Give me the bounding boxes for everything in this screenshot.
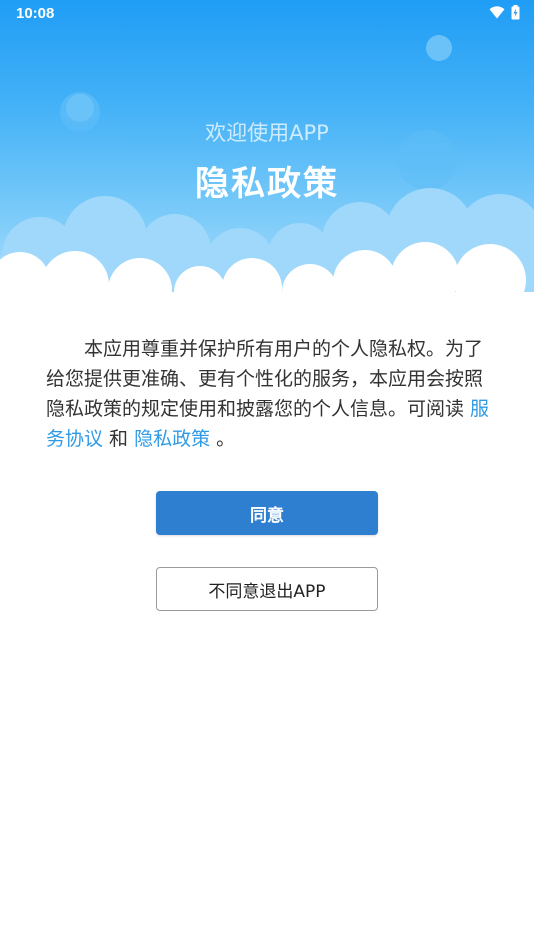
header-banner [0,0,534,310]
clouds-illustration [0,35,534,310]
status-bar: 10:08 [0,0,534,28]
welcome-text: 欢迎使用APP [205,121,329,145]
wifi-icon [489,6,505,19]
status-icons [489,5,520,20]
battery-charging-icon [511,5,520,20]
disagree-exit-button[interactable]: 不同意退出APP [156,567,378,611]
page-title: 隐私政策 [195,164,339,204]
and-text: 和 [103,428,135,450]
summary-end: 。 [210,428,236,450]
privacy-summary: 本应用尊重并保护所有用户的个人隐私权。为了给您提供更准确、更有个性化的服务，本应… [46,334,490,454]
agree-button[interactable]: 同意 [156,491,378,535]
summary-text: 本应用尊重并保护所有用户的个人隐私权。为了给您提供更准确、更有个性化的服务，本应… [46,338,484,420]
status-time: 10:08 [16,5,55,22]
privacy-policy-link[interactable]: 隐私政策 [134,428,210,450]
